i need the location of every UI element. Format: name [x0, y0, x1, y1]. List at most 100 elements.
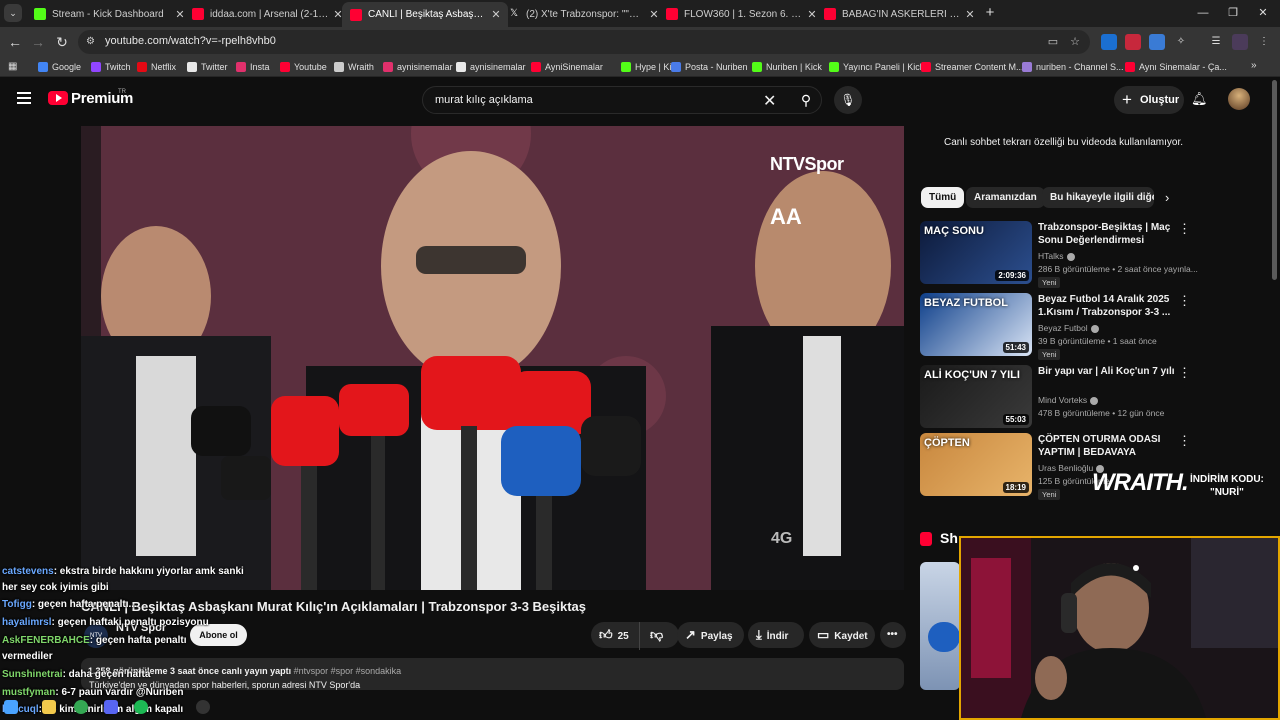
create-button[interactable]: + Oluştur [1114, 86, 1184, 114]
spotify-icon[interactable] [134, 700, 148, 714]
chip-related-story[interactable]: Bu hikayeyle ilgili diğer i [1042, 187, 1154, 208]
browser-tab[interactable]: iddaa.com | Arsenal (2-1) Wolve ✕ [184, 3, 350, 25]
recommended-title[interactable]: Trabzonspor-Beşiktaş | Maç Sonu Değerlen… [1038, 221, 1180, 247]
bookmark-item[interactable]: Wraith [334, 60, 374, 74]
start-icon[interactable] [4, 700, 18, 714]
more-options-icon[interactable]: ⋮ [1178, 365, 1191, 381]
save-button[interactable]: ▭ Kaydet [809, 622, 875, 648]
video-thumbnail[interactable]: BEYAZ FUTBOL 51:43 [920, 293, 1032, 356]
profile-icon[interactable] [1232, 34, 1248, 50]
recommended-title[interactable]: Bir yapı var | Ali Koç'un 7 yılı [1038, 365, 1180, 378]
short-thumbnail[interactable] [920, 562, 960, 690]
share-button[interactable]: ↗ Paylaş [677, 622, 744, 648]
video-thumbnail[interactable]: ALİ KOÇ'UN 7 YILI 55:03 [920, 365, 1032, 428]
browser-tab[interactable]: BABAG'IN ASKERLERİ 113'ÜN P ✕ [816, 3, 982, 25]
bookmark-item[interactable]: aynisinemalar [383, 60, 453, 74]
chevron-right-icon[interactable]: › [1165, 190, 1169, 205]
cast-icon[interactable]: ▭ [1046, 35, 1060, 49]
hamburger-menu-icon[interactable] [17, 92, 31, 104]
browser-tab-active[interactable]: CANLI | Beşiktaş Asbaşkanı Mu ✕ [342, 2, 508, 27]
bookmark-item[interactable]: Posta - Nuriben [671, 60, 748, 74]
kick-icon [34, 8, 46, 20]
maximize-button[interactable]: ❐ [1218, 4, 1248, 22]
bookmark-item[interactable]: Netflix [137, 60, 176, 74]
more-options-icon[interactable]: ⋮ [1178, 221, 1191, 237]
chip-from-search[interactable]: Aramanızdan [966, 187, 1045, 208]
bookmark-item[interactable]: Twitch [91, 60, 131, 74]
minimize-button[interactable]: — [1188, 4, 1218, 22]
recommended-channel[interactable]: Beyaz Futbol [1038, 323, 1099, 333]
chat-message: her sey cok iyimis gibi [2, 582, 109, 593]
notifications-bell-icon[interactable]: 🔔︎ [1191, 91, 1208, 107]
more-options-icon[interactable]: ⋮ [1178, 433, 1191, 449]
bookmark-item[interactable]: Nuriben | Kick [752, 60, 822, 74]
recommended-title[interactable]: ÇÖPTEN OTURMA ODASI YAPTIM | BEDAVAYA [1038, 433, 1180, 459]
video-player[interactable]: NTVSpor AA 4G [81, 126, 904, 590]
menu-kebab-icon[interactable]: ⋮ [1256, 34, 1272, 50]
dislike-button[interactable]: 👎︎ [639, 622, 668, 650]
more-options-icon[interactable]: ⋮ [1178, 293, 1191, 309]
search-input[interactable]: murat kılıç açıklama [435, 94, 533, 106]
create-label: Oluştur [1140, 94, 1180, 106]
chat-message: hayalimrsl: geçen haftaki penaltı pozisy… [2, 617, 209, 628]
hashtags[interactable]: #ntvspor #spor #sondakika [294, 666, 402, 676]
apps-grid-icon[interactable]: ▦ [8, 61, 19, 72]
back-button[interactable]: ← [6, 33, 24, 51]
bookmark-item[interactable]: aynisinemalar [456, 60, 526, 74]
close-window-button[interactable]: ✕ [1248, 4, 1278, 22]
obs-icon[interactable] [196, 700, 210, 714]
voice-search-mic-icon[interactable]: 🎙 [834, 86, 862, 114]
chat-text: : geçen hafta penaltı... [31, 599, 137, 610]
account-avatar[interactable] [1228, 88, 1250, 110]
shield-icon[interactable] [1149, 34, 1165, 50]
extensions-puzzle-icon[interactable]: ✧ [1173, 34, 1189, 50]
more-bookmarks-icon[interactable]: » [1251, 60, 1257, 71]
reload-button[interactable]: ↻ [53, 33, 71, 51]
browser-tab[interactable]: Stream - Kick Dashboard ✕ [26, 3, 192, 25]
new-tab-button[interactable]: + [980, 3, 1000, 23]
more-dots-icon: ••• [887, 629, 898, 640]
extension-icon[interactable] [1125, 34, 1141, 50]
like-button[interactable]: 👍︎ 25 [597, 622, 639, 650]
search-icon[interactable]: ⚲ [789, 87, 823, 113]
bookmark-item[interactable]: Yayıncı Paneli | Kick [829, 60, 924, 74]
bookmark-label: Twitter [201, 62, 228, 72]
bookmark-item[interactable]: Youtube [280, 60, 327, 74]
bookmark-item[interactable]: Twitter [187, 60, 228, 74]
bookmark-item[interactable]: AyniSinemalar [531, 60, 603, 74]
recommended-video[interactable]: ALİ KOÇ'UN 7 YILI 55:03 Bir yapı var | Ali… [920, 365, 1266, 429]
bookmark-item[interactable]: Google [38, 60, 81, 74]
tab-groups-icon[interactable]: ☰ [1208, 34, 1224, 50]
browser-tab[interactable]: 𝕏 (2) X'te Trabzonspor: ""HERKES ✕ [500, 3, 666, 25]
recommended-channel[interactable]: Mind Vorteks [1038, 395, 1099, 405]
recommended-title[interactable]: Beyaz Futbol 14 Aralık 2025 1.Kısım / Tr… [1038, 293, 1180, 319]
site-info-icon[interactable]: ⚙ [86, 36, 98, 48]
bookmark-star-icon[interactable]: ☆ [1068, 35, 1082, 49]
recommended-video[interactable]: MAÇ SONU 2:09:36 Trabzonspor-Beşiktaş | Ma… [920, 221, 1266, 288]
video-thumbnail[interactable]: ÇÖPTEN 18:19 [920, 433, 1032, 496]
bookmark-item[interactable]: Streamer Content M... [921, 60, 1024, 74]
browser-tab[interactable]: FLOW360 | 1. Sezon 6. Bölüm | ✕ [658, 3, 824, 25]
youtube-logo-icon[interactable] [48, 91, 68, 105]
search-box[interactable]: murat kılıç açıklama ✕ ⚲ [422, 86, 822, 114]
bookmark-item[interactable]: Aynı Sinemalar - Ça... [1125, 60, 1227, 74]
file-explorer-icon[interactable] [42, 700, 56, 714]
recommended-video[interactable]: BEYAZ FUTBOL 51:43 Beyaz Futbol 14 Aralık … [920, 293, 1266, 360]
extension-icon[interactable] [1101, 34, 1117, 50]
description-box[interactable]: 1.358 görüntüleme 3 saat önce canlı yayı… [81, 658, 904, 690]
chip-all[interactable]: Tümü [921, 187, 965, 208]
more-actions-button[interactable]: ••• [880, 622, 906, 648]
recommended-channel[interactable]: HTalks [1038, 251, 1075, 261]
address-bar[interactable]: ⚙ youtube.com/watch?v=-rpelh8vhb0 ▭ ☆ [78, 30, 1090, 54]
bookmark-item[interactable]: nuriben - Channel S... [1022, 60, 1124, 74]
tab-search-icon[interactable]: ⌄ [4, 4, 22, 22]
discord-icon[interactable] [104, 700, 118, 714]
forward-button[interactable]: → [29, 33, 47, 51]
download-button[interactable]: ⤓ İndir [748, 622, 804, 648]
video-thumbnail[interactable]: MAÇ SONU 2:09:36 [920, 221, 1032, 284]
close-icon[interactable]: ✕ [962, 8, 978, 21]
clear-search-icon[interactable]: ✕ [763, 91, 776, 111]
page-scrollbar[interactable] [1272, 80, 1277, 280]
chrome-icon[interactable] [74, 700, 88, 714]
bookmark-item[interactable]: Insta [236, 60, 270, 74]
